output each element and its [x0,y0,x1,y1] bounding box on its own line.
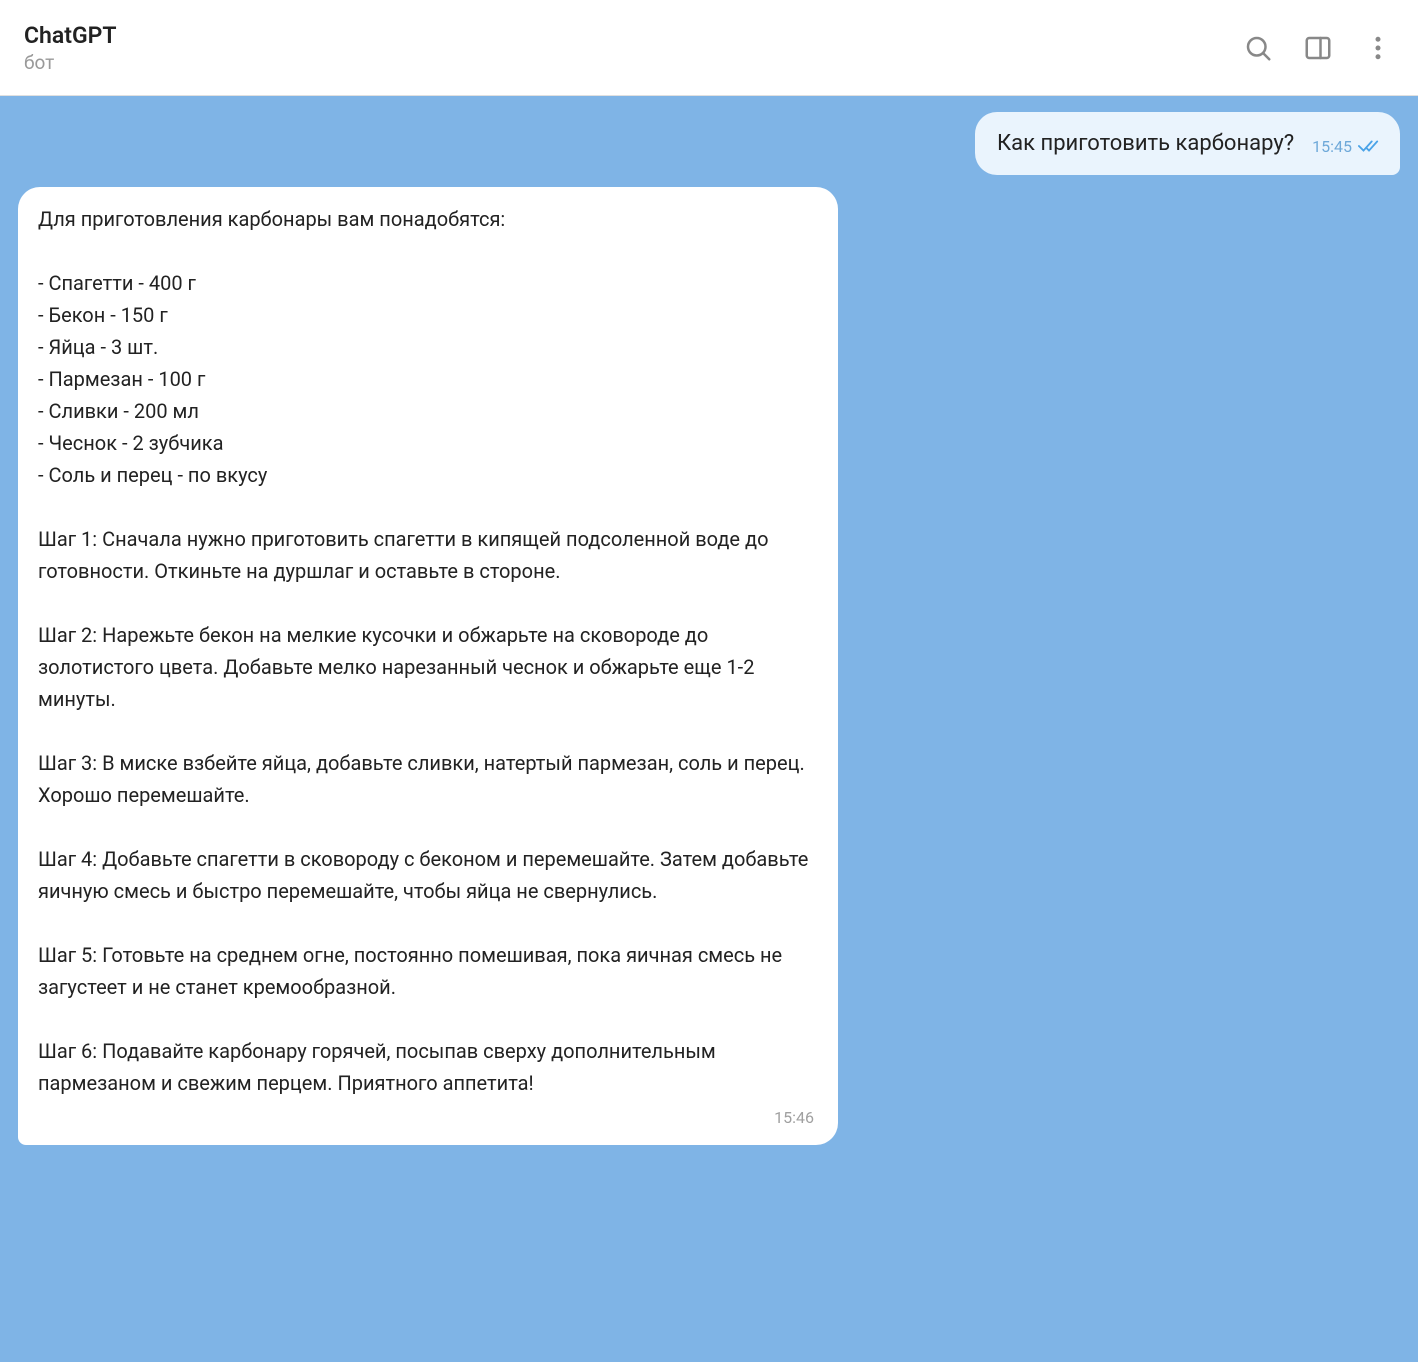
more-options-icon[interactable] [1362,32,1394,64]
message-meta: 15:45 [1312,134,1380,160]
chat-subtitle: бот [24,51,117,74]
message-bubble-incoming[interactable]: Для приготовления карбонары вам понадобя… [18,187,838,1145]
message-text: Как приготовить карбонару? [997,126,1294,161]
chat-header-info[interactable]: ChatGPT бот [24,22,117,74]
header-actions [1242,32,1394,64]
message-time: 15:46 [38,1105,818,1131]
search-icon[interactable] [1242,32,1274,64]
message-time: 15:45 [1312,134,1352,160]
sidebar-toggle-icon[interactable] [1302,32,1334,64]
chat-title: ChatGPT [24,22,117,49]
read-status-icon [1358,138,1380,154]
message-bubble-outgoing[interactable]: Как приготовить карбонару? 15:45 [975,112,1400,175]
message-row-incoming: Для приготовления карбонары вам понадобя… [18,187,1400,1145]
message-row-outgoing: Как приготовить карбонару? 15:45 [18,112,1400,175]
chat-messages-area[interactable]: Как приготовить карбонару? 15:45 Для при… [0,96,1418,1362]
chat-header: ChatGPT бот [0,0,1418,96]
message-text: Для приготовления карбонары вам понадобя… [38,203,818,1099]
